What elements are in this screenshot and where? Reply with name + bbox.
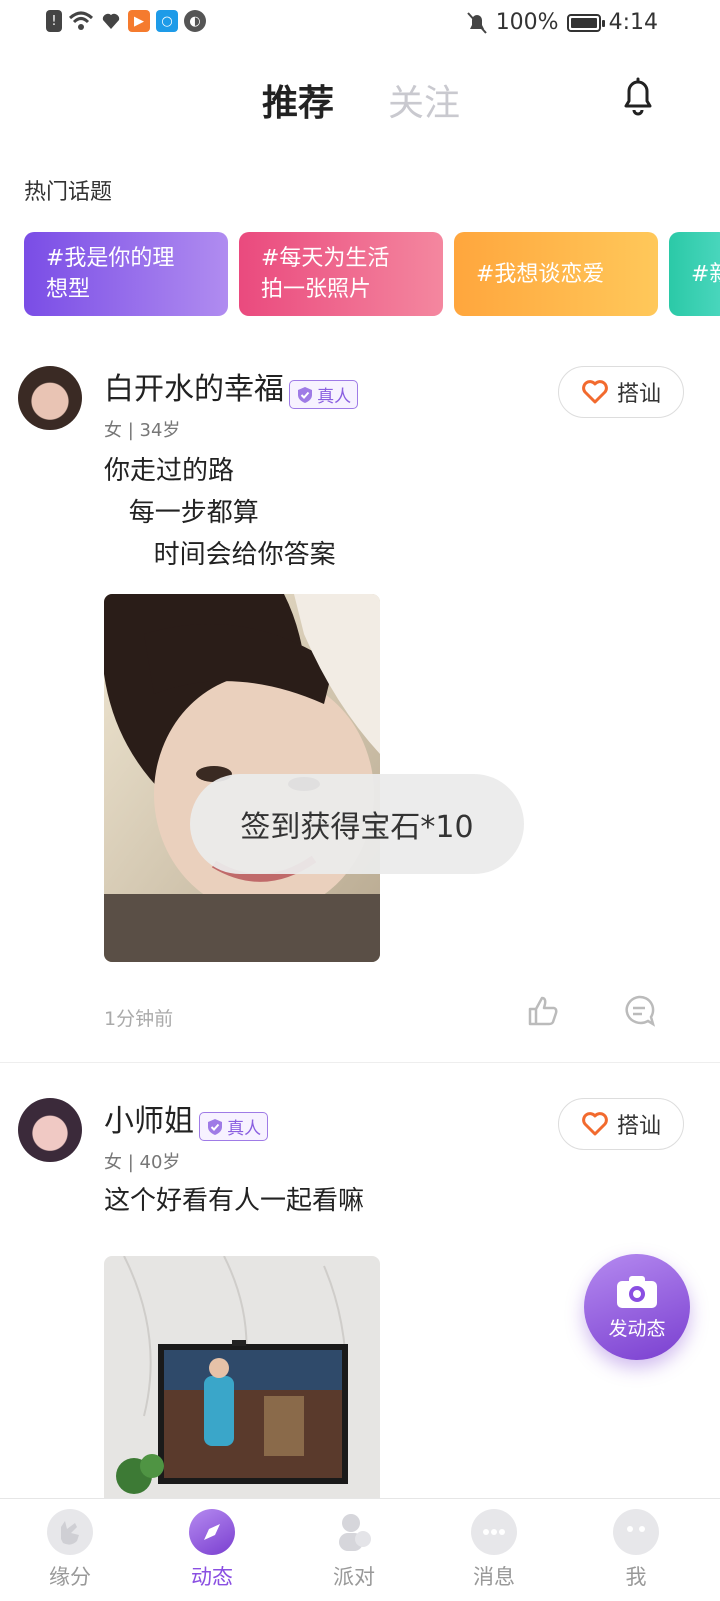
clock: 4:14: [608, 10, 658, 35]
avatar[interactable]: [18, 366, 82, 430]
topic-chip[interactable]: #我是你的理 想型: [24, 232, 228, 316]
nav-item-moments[interactable]: 动态: [162, 1509, 262, 1591]
verified-label: 真人: [227, 1119, 262, 1139]
nav-label: 消息: [473, 1565, 515, 1589]
search-app-icon: ○: [156, 10, 178, 32]
tab-follow[interactable]: 关注: [388, 74, 460, 126]
verified-badge: 真人: [199, 1112, 269, 1141]
verified-shield-icon: [298, 386, 313, 403]
wifi-icon: [68, 11, 94, 30]
face-icon: [613, 1509, 659, 1555]
username[interactable]: 小师姐: [104, 1104, 194, 1139]
user-meta: 女 | 34岁: [104, 420, 181, 441]
hot-topics-list: #我是你的理 想型 #每天为生活 拍一张照片 #我想谈恋爱 #新: [24, 232, 720, 316]
post-dynamic-button[interactable]: 发动态: [584, 1254, 690, 1360]
browser-icon: ◐: [184, 10, 206, 32]
battery-percent: 100%: [495, 10, 559, 35]
post-text: 这个好看有人一起看嘛: [104, 1186, 365, 1216]
topic-chip[interactable]: #每天为生活 拍一张照片: [239, 232, 443, 316]
bottom-nav: 缘分 动态 派对 消息 我: [0, 1498, 720, 1601]
battery-icon: [566, 13, 605, 32]
status-bar: ! ▶ ○ ◐ 100% 4:14: [0, 0, 720, 48]
camera-icon: [617, 1275, 657, 1308]
topic-chip[interactable]: #新: [669, 232, 720, 316]
verified-label: 真人: [317, 387, 352, 407]
nav-item-party[interactable]: 派对: [304, 1509, 404, 1591]
post-header: 小师姐 真人: [104, 1096, 269, 1141]
post-time: 1分钟前: [104, 1008, 174, 1030]
alert-icon: !: [46, 10, 62, 32]
post-divider: [0, 1062, 720, 1063]
topic-chip-label: #新: [691, 261, 720, 287]
topic-chip[interactable]: #我想谈恋爱: [454, 232, 658, 316]
nav-item-fate[interactable]: 缘分: [20, 1509, 120, 1591]
greet-label: 搭讪: [616, 382, 661, 407]
heart-icon: [582, 1112, 608, 1136]
nav-label: 动态: [191, 1565, 233, 1589]
nav-label: 派对: [333, 1565, 375, 1589]
greet-button[interactable]: 搭讪: [558, 366, 684, 418]
comment-icon[interactable]: [622, 994, 656, 1028]
topic-chip-label: #每天为生活 拍一张照片: [261, 246, 390, 302]
post-photo[interactable]: [104, 1256, 380, 1498]
post-header: 白开水的幸福 真人: [104, 364, 359, 409]
post-photo-image: [104, 1256, 380, 1498]
nav-item-messages[interactable]: 消息: [444, 1509, 544, 1591]
verified-badge: 真人: [289, 380, 359, 409]
nav-label: 缘分: [49, 1565, 91, 1589]
topic-chip-label: #我想谈恋爱: [476, 261, 605, 287]
status-icons: ! ▶ ○ ◐: [46, 10, 206, 32]
topic-chip-label: #我是你的理 想型: [46, 246, 175, 302]
fate-hand-icon: [47, 1509, 93, 1555]
greet-button[interactable]: 搭讪: [558, 1098, 684, 1150]
compass-icon: [189, 1509, 235, 1555]
video-app-icon: ▶: [128, 10, 150, 32]
status-right: 100% 4:14: [466, 10, 658, 35]
nav-item-me[interactable]: 我: [586, 1509, 686, 1591]
party-people-icon: [331, 1509, 377, 1555]
user-meta: 女 | 40岁: [104, 1152, 181, 1173]
health-icon: [102, 13, 120, 29]
tab-recommend[interactable]: 推荐: [262, 74, 334, 126]
greet-label: 搭讪: [616, 1114, 661, 1139]
post-text: 你走过的路 每一步都算 时间会给你答案: [104, 456, 336, 570]
fab-label: 发动态: [608, 1317, 666, 1340]
chat-bubble-icon: [471, 1509, 517, 1555]
avatar[interactable]: [18, 1098, 82, 1162]
notification-bell-icon[interactable]: [618, 74, 658, 118]
toast-message: 签到获得宝石*10: [190, 774, 524, 874]
mute-bell-icon: [466, 11, 487, 34]
hot-topics-title: 热门话题: [24, 180, 113, 205]
heart-icon: [582, 380, 608, 404]
username[interactable]: 白开水的幸福: [104, 372, 284, 407]
nav-label: 我: [625, 1565, 647, 1589]
verified-shield-icon: [208, 1118, 223, 1135]
like-icon[interactable]: [526, 994, 560, 1028]
